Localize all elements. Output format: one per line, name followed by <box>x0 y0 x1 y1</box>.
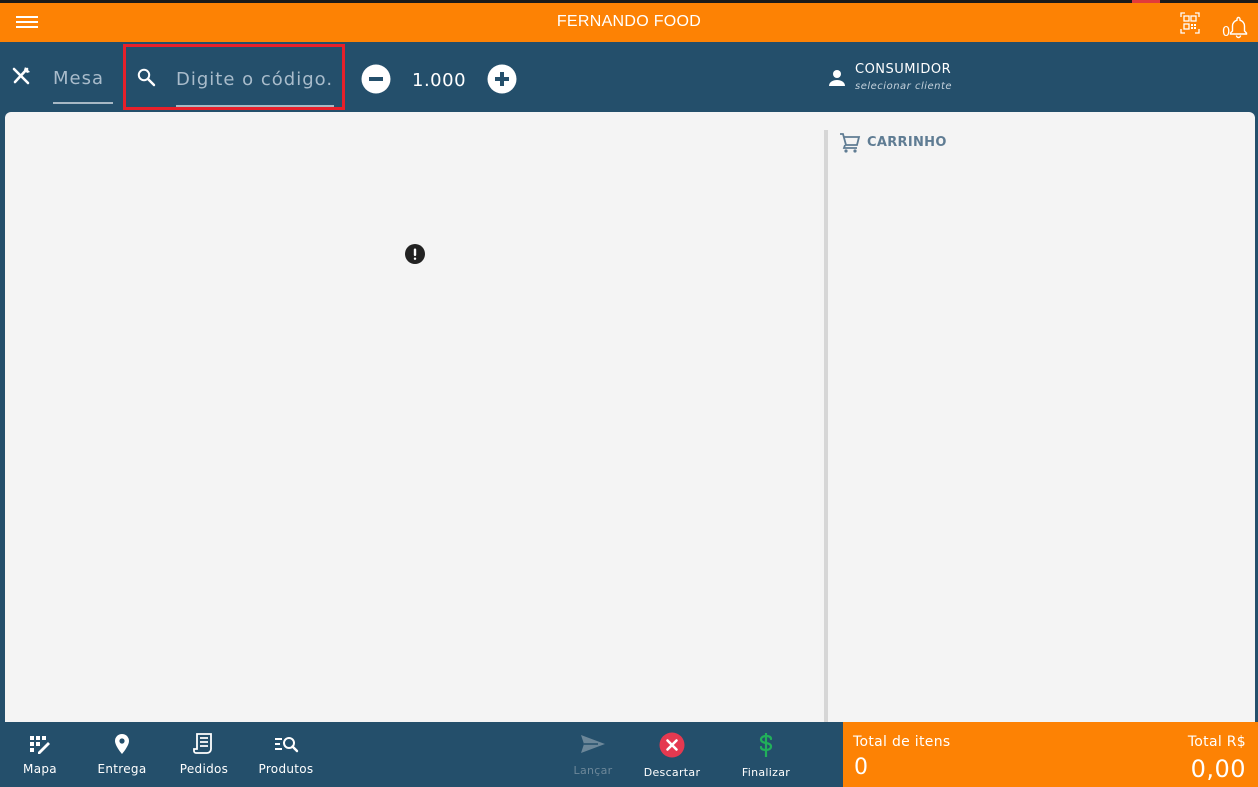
notification-bell-icon[interactable]: 0 <box>1222 11 1248 41</box>
send-icon <box>581 735 605 753</box>
increase-quantity-button[interactable] <box>487 64 517 94</box>
app-header: FERNANDO FOOD 0 <box>0 0 1258 42</box>
total-items-value: 0 <box>854 755 868 780</box>
alert-icon <box>405 244 425 264</box>
panel-divider <box>824 130 828 722</box>
bottom-navigation: Mapa Entrega Pedidos Produtos Lançar Des… <box>0 722 1258 787</box>
dollar-icon <box>759 733 773 757</box>
search-icon <box>137 68 156 87</box>
discard-icon <box>659 732 685 758</box>
person-icon <box>829 70 845 86</box>
search-field[interactable] <box>176 69 334 107</box>
receipt-icon <box>193 733 212 754</box>
discard-label: Descartar <box>643 766 701 779</box>
shopping-cart-icon <box>840 133 861 153</box>
finalize-button[interactable]: Finalizar <box>736 722 796 787</box>
total-amount-value: 0,00 <box>1190 755 1246 783</box>
product-search-icon <box>275 737 299 753</box>
header-accent-line <box>1132 0 1160 3</box>
map-grid-icon <box>30 736 50 754</box>
notification-count: 0 <box>1222 25 1231 40</box>
decrease-quantity-button[interactable] <box>361 64 391 94</box>
search-input[interactable] <box>176 69 334 90</box>
launch-label: Lançar <box>573 764 613 777</box>
discard-button[interactable]: Descartar <box>640 722 704 787</box>
nav-pedidos[interactable]: Pedidos <box>174 722 234 787</box>
app-title: FERNANDO FOOD <box>556 13 702 30</box>
customer-name: CONSUMIDOR <box>855 62 952 77</box>
nav-label-pedidos: Pedidos <box>179 762 229 776</box>
nav-produtos[interactable]: Produtos <box>252 722 320 787</box>
order-toolbar: 1.000 CONSUMIDOR selecionar cliente <box>0 42 1258 112</box>
table-number-input[interactable] <box>53 68 113 89</box>
product-search-box <box>123 44 345 110</box>
finalize-label: Finalizar <box>741 766 791 779</box>
quantity-value: 1.000 <box>412 70 467 91</box>
total-items-label: Total de itens <box>853 734 951 750</box>
nav-label-entrega: Entrega <box>97 762 147 776</box>
location-pin-icon <box>115 734 129 754</box>
total-amount-label: Total R$ <box>1187 734 1246 750</box>
main-panel: CARRINHO <box>5 112 1255 722</box>
launch-button[interactable]: Lançar <box>566 722 620 787</box>
table-number-field[interactable] <box>53 68 113 104</box>
totals-panel: Total de itens 0 Total R$ 0,00 <box>843 722 1258 787</box>
qr-code-icon[interactable] <box>1180 12 1200 34</box>
nav-entrega[interactable]: Entrega <box>92 722 152 787</box>
nav-mapa[interactable]: Mapa <box>14 722 66 787</box>
nav-label-produtos: Produtos <box>258 762 314 776</box>
nav-label-mapa: Mapa <box>23 762 57 776</box>
cart-title: CARRINHO <box>867 135 947 150</box>
customer-select-hint: selecionar cliente <box>855 81 953 92</box>
cutlery-icon <box>12 67 30 85</box>
